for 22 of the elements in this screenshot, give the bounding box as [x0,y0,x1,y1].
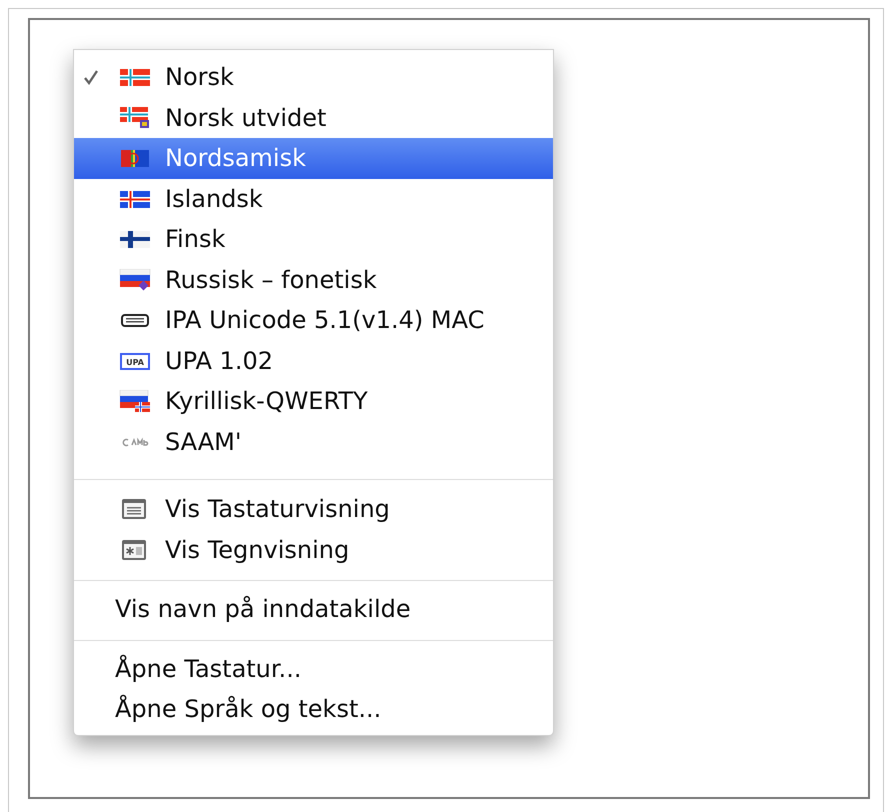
flag-icon [119,390,151,412]
menu-item[interactable]: Vis Tegnvisning [74,530,553,570]
menu-item[interactable]: Åpne Språk og tekst... [74,689,553,730]
flag-icon [119,268,151,291]
menu-item[interactable]: Vis navn på inndatakilde [74,589,553,630]
menu-item[interactable]: IPA Unicode 5.1(v1.4) MAC [74,300,553,340]
menu-item[interactable]: Norsk [74,57,553,98]
checkmark-icon [83,69,99,86]
flag-icon [119,228,151,250]
menu-item[interactable]: Vis Tastaturvisning [74,489,553,530]
menu-item[interactable]: UPA UPA 1.02 [74,340,553,381]
menu-item[interactable]: Finsk [74,219,553,260]
menu-item[interactable]: Nordsamisk [74,138,553,178]
menu-item[interactable]: SAAM' [74,422,553,462]
menu-item[interactable]: Kyrillisk-QWERTY [74,381,553,422]
flag-icon [119,147,151,170]
menu-item[interactable]: Åpne Tastatur... [74,648,553,689]
menu-item[interactable]: Russisk – fonetisk [74,260,553,300]
flag-icon [119,66,151,88]
flag-icon [119,106,151,129]
menu-item[interactable]: Norsk utvidet [74,98,553,138]
menu-item[interactable]: Islandsk [74,178,553,219]
